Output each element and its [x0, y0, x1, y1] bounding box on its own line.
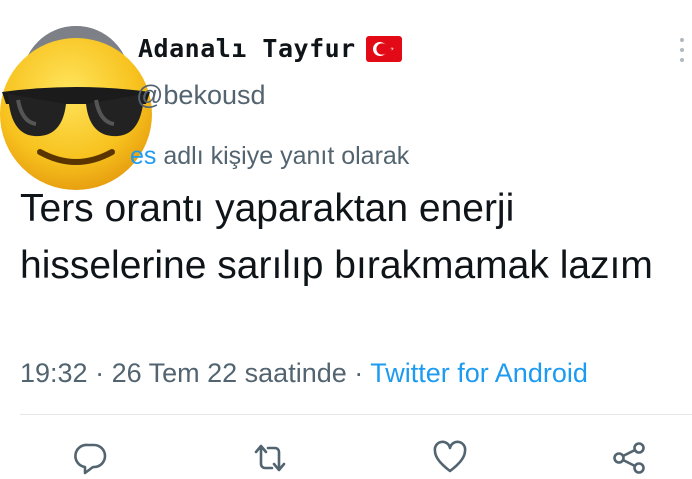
like-button[interactable] — [430, 438, 470, 478]
tweet-date[interactable]: 26 Tem 22 saatinde — [112, 358, 347, 388]
author-name-row[interactable]: Adanalı Tayfur — [138, 34, 402, 63]
tweet-time[interactable]: 19:32 — [20, 358, 88, 388]
share-icon — [613, 442, 645, 474]
comment-icon — [74, 443, 107, 475]
tweet-meta: 19:32 · 26 Tem 22 saatinde · Twitter for… — [20, 358, 588, 389]
share-button[interactable] — [609, 438, 649, 478]
divider — [20, 414, 692, 415]
author-display-name[interactable]: Adanalı Tayfur — [138, 34, 356, 63]
reply-context: es adlı kişiye yanıt olarak — [130, 142, 409, 171]
reply-context-text: adlı kişiye yanıt olarak — [156, 142, 410, 170]
meta-separator: · — [87, 358, 112, 388]
retweet-button[interactable] — [250, 438, 290, 478]
reply-button[interactable] — [71, 438, 111, 478]
tweet-source-link[interactable]: Twitter for Android — [370, 358, 588, 388]
heart-icon — [433, 440, 467, 473]
reply-mention-link[interactable]: es — [130, 142, 156, 170]
retweet-icon — [254, 444, 286, 472]
tweet-text: Ters orantı yaparaktan enerji hisselerin… — [20, 187, 653, 287]
more-options-icon[interactable] — [678, 38, 686, 68]
author-handle[interactable]: @bekousd — [136, 80, 266, 111]
turkey-flag-icon — [365, 35, 402, 62]
meta-separator: · — [346, 358, 371, 388]
